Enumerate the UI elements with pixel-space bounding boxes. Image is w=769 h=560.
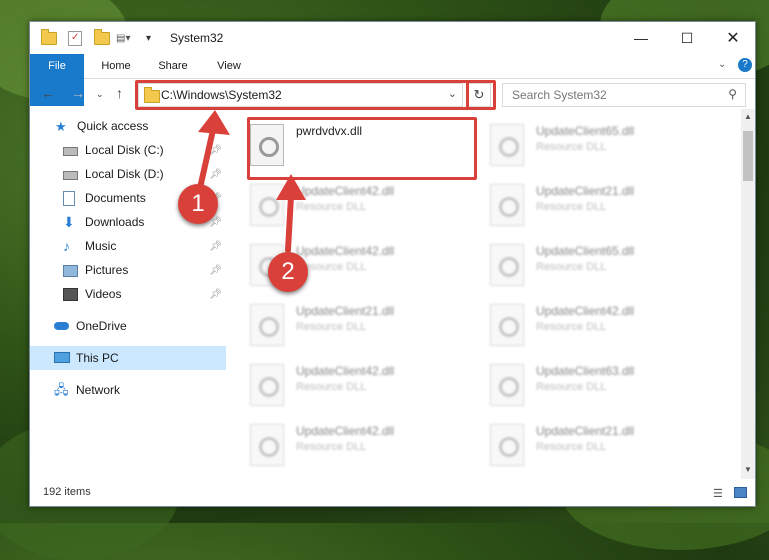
step-1-badge: 1 <box>178 184 218 224</box>
arrow-step-1 <box>197 127 216 191</box>
step-2-badge: 2 <box>268 252 308 292</box>
annotation-arrows <box>197 110 306 253</box>
arrow-head-2 <box>276 174 306 200</box>
arrow-head-1 <box>198 110 230 135</box>
arrow-step-2 <box>285 193 294 253</box>
